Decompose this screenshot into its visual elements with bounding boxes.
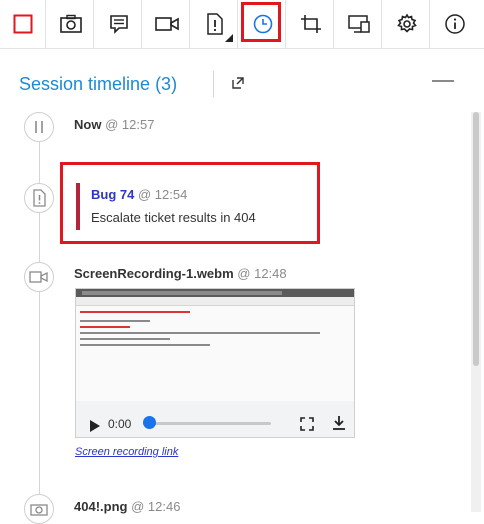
timeline-button[interactable] bbox=[240, 0, 286, 48]
camera-icon bbox=[30, 504, 48, 516]
video-thumbnail-text bbox=[80, 332, 320, 334]
gear-icon bbox=[396, 13, 417, 33]
note-icon bbox=[109, 15, 128, 34]
timeline-item-now: Now @ 12:57 bbox=[74, 117, 154, 132]
item-title: Now bbox=[74, 117, 102, 132]
devices-icon bbox=[347, 15, 370, 33]
item-time: @ 12:48 bbox=[237, 266, 287, 281]
play-icon[interactable] bbox=[89, 419, 101, 433]
timeline-node bbox=[24, 183, 54, 213]
info-button[interactable] bbox=[432, 0, 478, 48]
timeline-node bbox=[24, 262, 54, 292]
timeline-node bbox=[24, 494, 54, 524]
video-progress-thumb[interactable] bbox=[143, 416, 156, 429]
screen-recording-link[interactable]: Screen recording link bbox=[75, 446, 178, 458]
bug-file-icon bbox=[206, 13, 223, 35]
video-player[interactable] bbox=[75, 288, 355, 438]
highlight-box bbox=[241, 2, 281, 42]
scrollbar-thumb[interactable] bbox=[473, 112, 479, 366]
video-thumbnail-text bbox=[80, 326, 130, 328]
note-button[interactable] bbox=[96, 0, 142, 48]
video-thumbnail-text bbox=[80, 311, 190, 313]
chevron-down-icon bbox=[225, 34, 233, 42]
crop-icon bbox=[300, 15, 321, 33]
page-title: Session timeline (3) bbox=[19, 74, 178, 94]
timeline-item-recording: ScreenRecording-1.webm @ 12:48 bbox=[74, 266, 287, 281]
item-time: @ 12:57 bbox=[105, 117, 155, 132]
devices-button[interactable] bbox=[336, 0, 382, 48]
minimize-button[interactable] bbox=[432, 80, 454, 82]
record-video-button[interactable] bbox=[144, 0, 190, 48]
video-thumbnail-text bbox=[80, 338, 170, 340]
download-icon[interactable] bbox=[332, 415, 346, 431]
bug-link[interactable]: Bug 74 bbox=[91, 187, 134, 202]
info-icon bbox=[445, 14, 465, 34]
video-time: 0:00 bbox=[108, 417, 132, 431]
toolbar bbox=[0, 0, 484, 49]
create-bug-button[interactable] bbox=[192, 0, 238, 48]
camera-icon bbox=[59, 14, 82, 33]
video-icon bbox=[29, 271, 48, 283]
video-thumbnail-text bbox=[80, 320, 150, 322]
fullscreen-icon[interactable] bbox=[300, 417, 314, 431]
crop-button[interactable] bbox=[288, 0, 334, 48]
timeline-item-bug: Bug 74 @ 12:54 bbox=[91, 187, 187, 202]
screenshot-button[interactable] bbox=[48, 0, 94, 48]
header-divider bbox=[213, 71, 214, 97]
video-progress-track[interactable] bbox=[147, 422, 271, 425]
settings-button[interactable] bbox=[384, 0, 430, 48]
pause-icon bbox=[35, 121, 43, 133]
stop-button[interactable] bbox=[0, 0, 46, 48]
bug-accent-bar bbox=[76, 183, 80, 230]
video-thumbnail-text bbox=[80, 344, 210, 346]
video-thumbnail-addressbar bbox=[76, 297, 354, 306]
timeline-node bbox=[24, 112, 54, 142]
bug-file-icon bbox=[33, 189, 46, 207]
stop-icon bbox=[13, 14, 32, 34]
item-time: @ 12:54 bbox=[137, 187, 188, 202]
video-icon bbox=[154, 17, 179, 31]
bug-description: Escalate ticket results in 404 bbox=[91, 210, 256, 225]
video-thumbnail-tabs bbox=[82, 291, 282, 295]
popout-icon[interactable] bbox=[232, 77, 244, 89]
bug-highlight-box bbox=[60, 162, 320, 244]
item-title: ScreenRecording-1.webm bbox=[74, 266, 234, 281]
